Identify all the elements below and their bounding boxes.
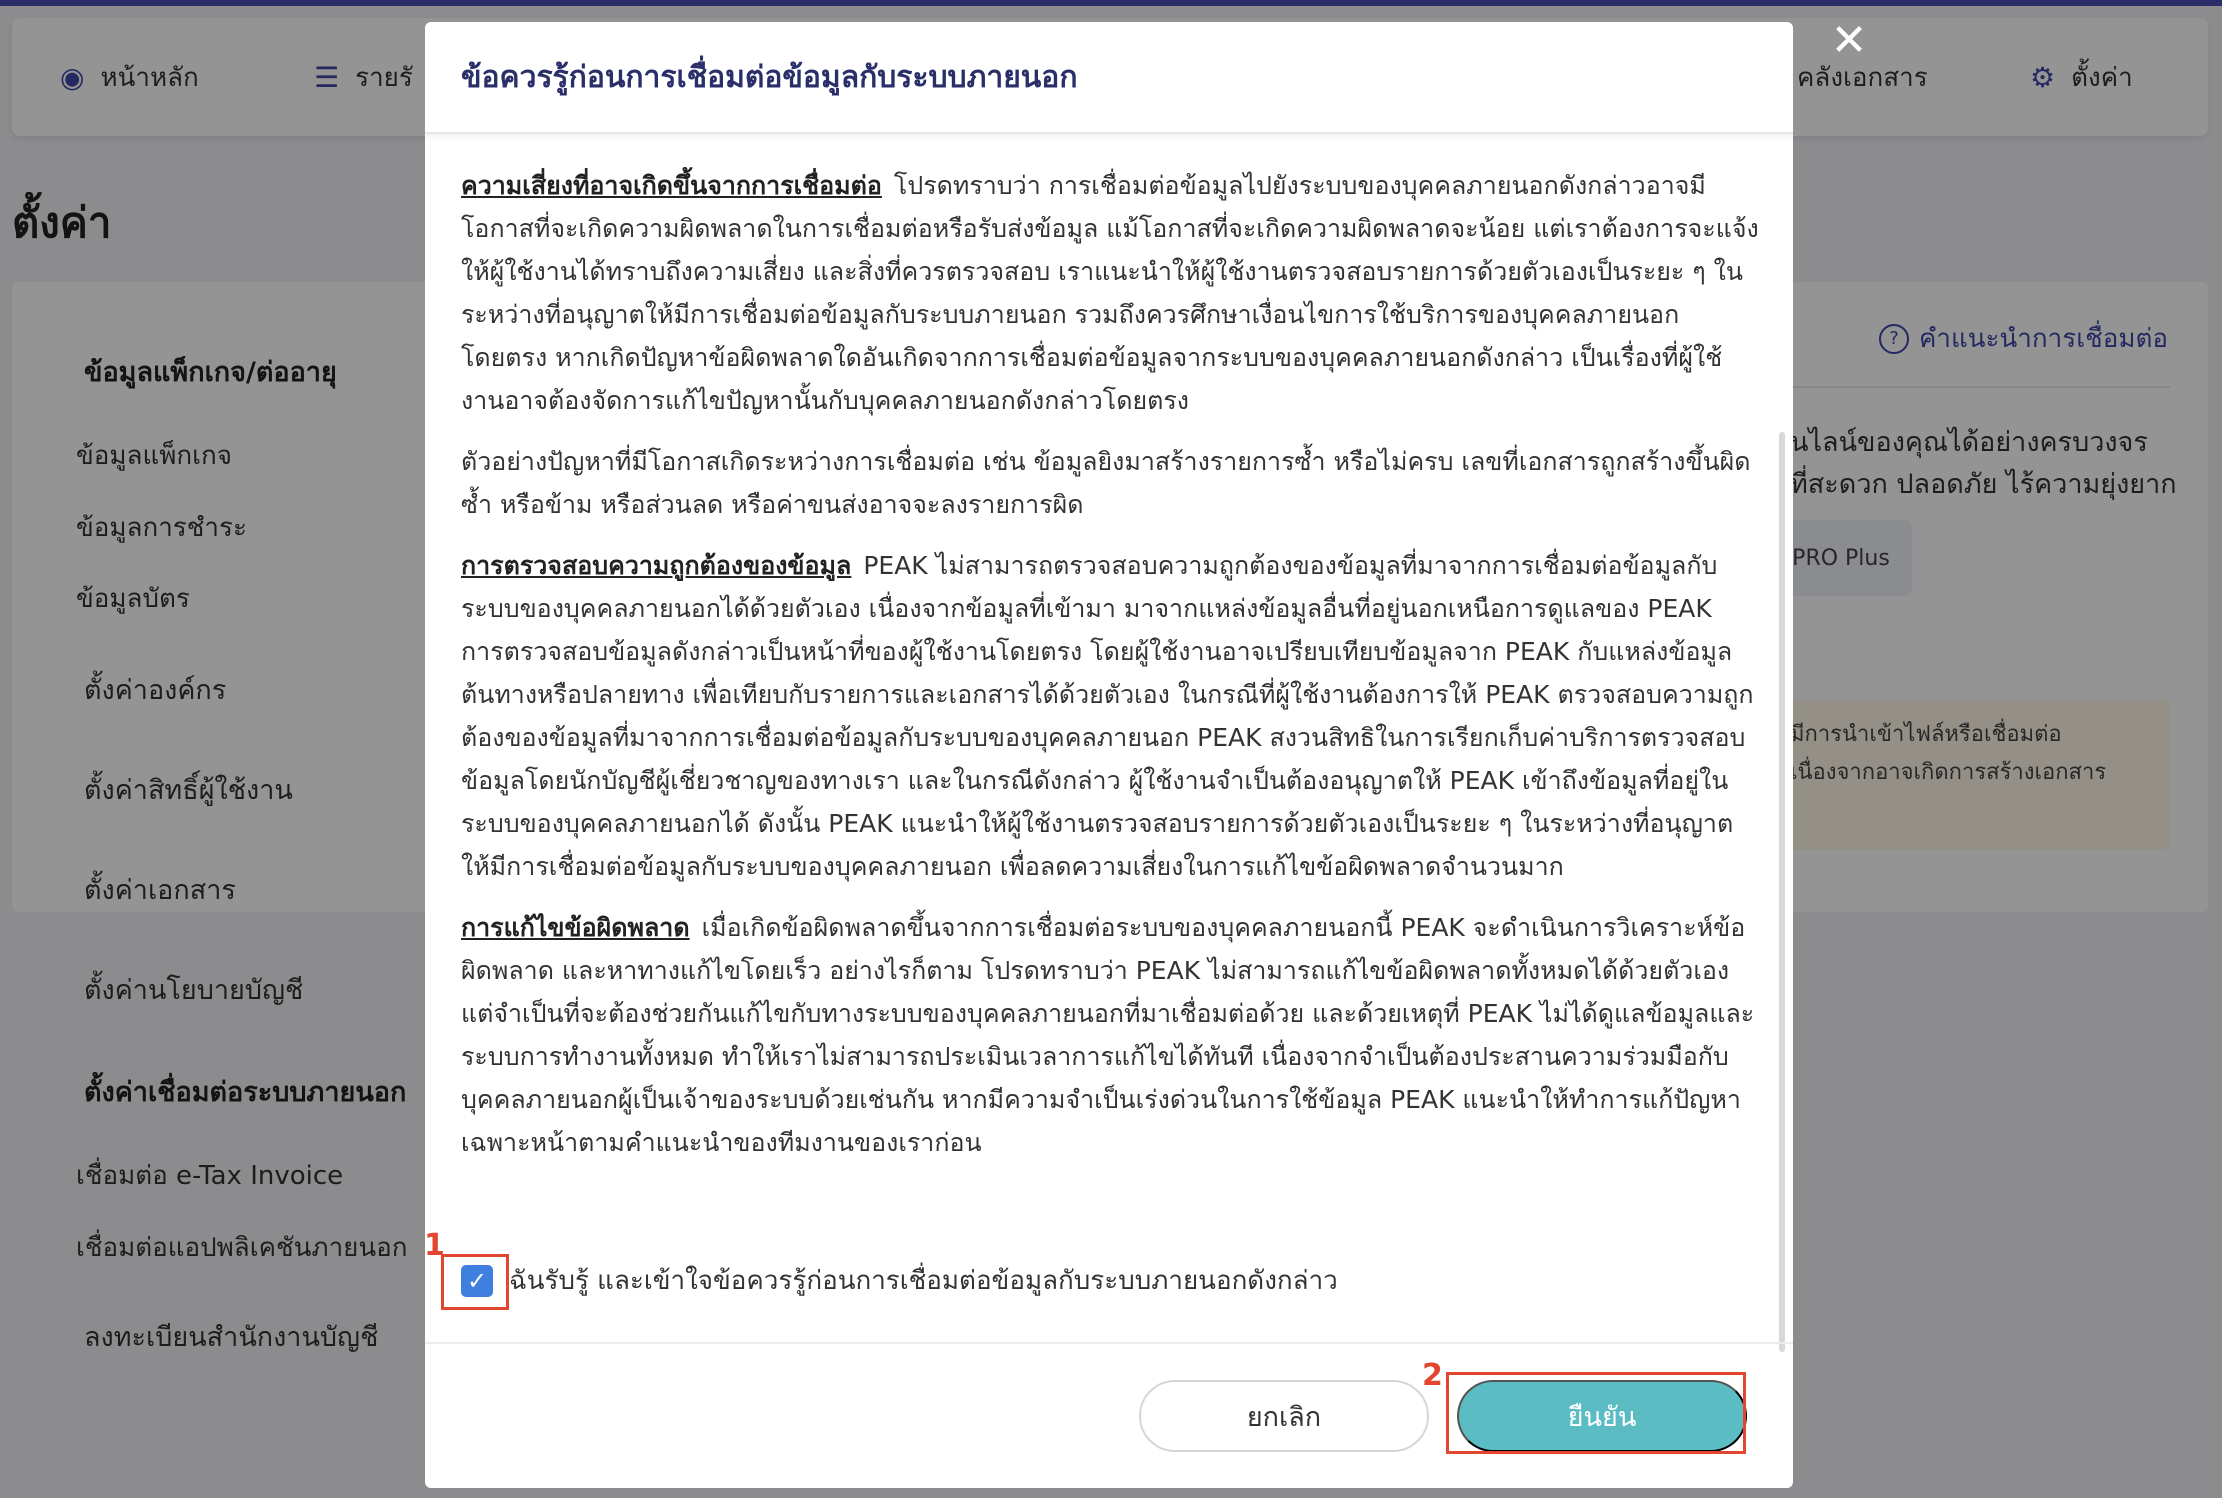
verification-paragraph: การตรวจสอบความถูกต้องของข้อมูล PEAK ไม่สา… (461, 544, 1761, 888)
risk-heading: ความเสี่ยงที่อาจเกิดขึ้นจากการเชื่อมต่อ (461, 171, 882, 200)
annotation-box-checkbox (441, 1254, 509, 1310)
example-paragraph: ตัวอย่างปัญหาที่มีโอกาสเกิดระหว่างการเชื… (461, 440, 1761, 526)
close-icon[interactable]: ✕ (1828, 19, 1870, 63)
modal-footer-divider (425, 1342, 1793, 1344)
annotation-number-2: 2 (1422, 1358, 1443, 1393)
risk-text: โปรดทราบว่า การเชื่อมต่อข้อมูลไปยังระบบข… (461, 171, 1759, 415)
modal-title: ข้อควรรู้ก่อนการเชื่อมต่อข้อมูลกับระบบภา… (461, 59, 1078, 95)
annotation-box-confirm (1446, 1372, 1746, 1454)
example-text: ตัวอย่างปัญหาที่มีโอกาสเกิดระหว่างการเชื… (461, 447, 1751, 519)
modal-scrollbar[interactable] (1779, 432, 1785, 1352)
fixing-text: เมื่อเกิดข้อผิดพลาดขึ้นจากการเชื่อมต่อระ… (461, 913, 1755, 1157)
integration-notice-modal: ข้อควรรู้ก่อนการเชื่อมต่อข้อมูลกับระบบภา… (425, 22, 1793, 1488)
acknowledge-label[interactable]: ฉันรับรู้ และเข้าใจข้อควรรู้ก่อนการเชื่อ… (509, 1260, 1338, 1301)
cancel-button[interactable]: ยกเลิก (1139, 1380, 1429, 1452)
modal-body[interactable]: ความเสี่ยงที่อาจเกิดขึ้นจากการเชื่อมต่อโ… (461, 144, 1761, 1254)
verification-heading: การตรวจสอบความถูกต้องของข้อมูล (461, 551, 852, 580)
fixing-paragraph: การแก้ไขข้อผิดพลาด เมื่อเกิดข้อผิดพลาดขึ้… (461, 906, 1761, 1164)
modal-header: ข้อควรรู้ก่อนการเชื่อมต่อข้อมูลกับระบบภา… (425, 22, 1793, 134)
acknowledge-row: ✓ ฉันรับรู้ และเข้าใจข้อควรรู้ก่อนการเชื… (461, 1260, 1338, 1301)
risk-paragraph: ความเสี่ยงที่อาจเกิดขึ้นจากการเชื่อมต่อโ… (461, 164, 1761, 422)
fixing-heading: การแก้ไขข้อผิดพลาด (461, 913, 690, 942)
verification-text: PEAK ไม่สามารถตรวจสอบความถูกต้องของข้อมู… (461, 551, 1754, 881)
